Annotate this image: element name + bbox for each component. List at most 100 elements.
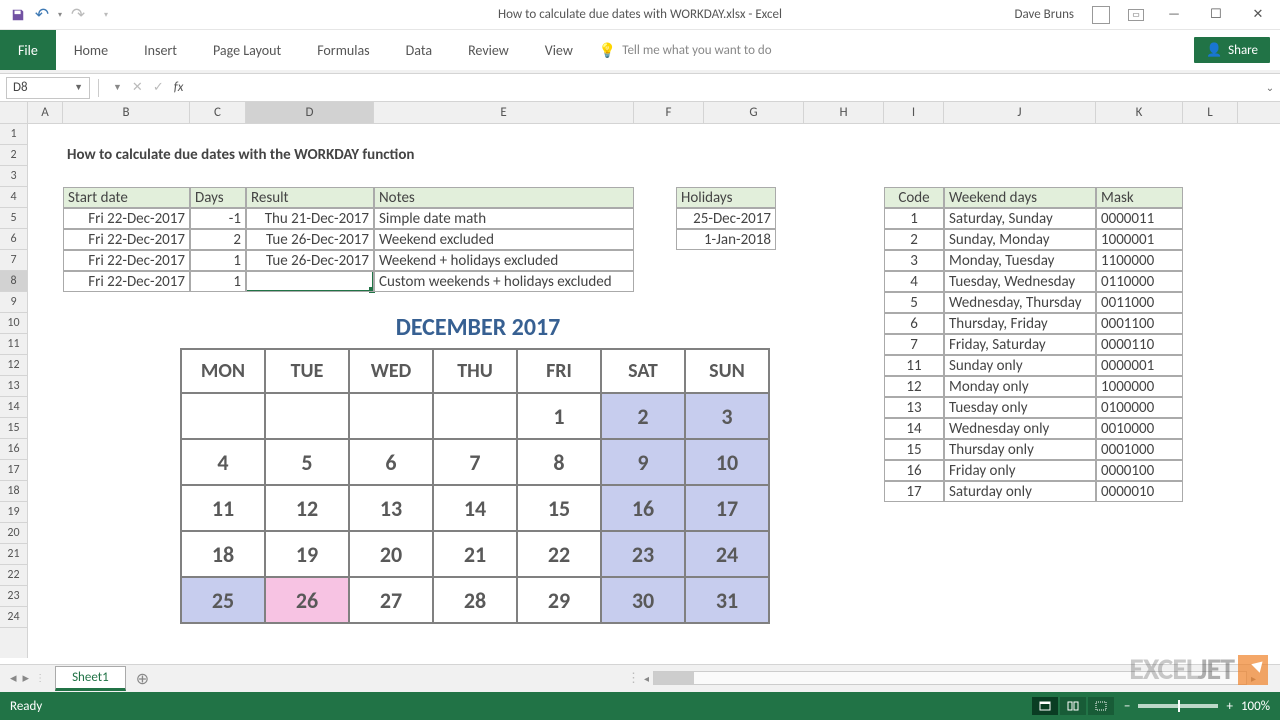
spreadsheet-grid[interactable]: ABCDEFGHIJKL 123456789101112131415161718…: [0, 102, 1280, 658]
cell[interactable]: Simple date math: [374, 208, 634, 229]
cell[interactable]: 1-Jan-2018: [676, 229, 776, 250]
cell[interactable]: 0000110: [1096, 334, 1183, 355]
cell[interactable]: Friday only: [944, 460, 1096, 481]
cell[interactable]: 11: [884, 355, 944, 376]
col-header-B[interactable]: B: [63, 102, 190, 123]
file-tab[interactable]: File: [0, 30, 56, 70]
share-button[interactable]: 👤Share: [1194, 37, 1270, 63]
row-header-19[interactable]: 19: [0, 502, 27, 523]
cell[interactable]: 15: [884, 439, 944, 460]
cell[interactable]: Sunday only: [944, 355, 1096, 376]
row-header-9[interactable]: 9: [0, 292, 27, 313]
ribbon-options-icon[interactable]: ▭: [1128, 9, 1144, 21]
cell[interactable]: Holidays: [676, 187, 776, 208]
cell[interactable]: 0100000: [1096, 397, 1183, 418]
tab-data[interactable]: Data: [388, 42, 450, 59]
enter-icon[interactable]: ✓: [153, 80, 164, 95]
cell[interactable]: Fri 22-Dec-2017: [63, 208, 190, 229]
cell[interactable]: 25-Dec-2017: [676, 208, 776, 229]
cell[interactable]: 2: [884, 229, 944, 250]
cell[interactable]: Days: [190, 187, 246, 208]
cell[interactable]: 0001100: [1096, 313, 1183, 334]
col-header-K[interactable]: K: [1096, 102, 1183, 123]
row-header-5[interactable]: 5: [0, 208, 27, 229]
view-normal-icon[interactable]: [1032, 697, 1058, 715]
cell[interactable]: [246, 271, 374, 292]
cell[interactable]: 1000001: [1096, 229, 1183, 250]
col-header-J[interactable]: J: [944, 102, 1096, 123]
cell[interactable]: Friday, Saturday: [944, 334, 1096, 355]
chevron-down-icon[interactable]: ▼: [74, 82, 83, 93]
cell[interactable]: 5: [884, 292, 944, 313]
cell[interactable]: Saturday, Sunday: [944, 208, 1096, 229]
col-header-H[interactable]: H: [804, 102, 884, 123]
view-page-layout-icon[interactable]: [1060, 697, 1086, 715]
cell[interactable]: 0110000: [1096, 271, 1183, 292]
zoom-level[interactable]: 100%: [1241, 699, 1270, 714]
row-header-16[interactable]: 16: [0, 439, 27, 460]
cell[interactable]: Saturday only: [944, 481, 1096, 502]
row-header-1[interactable]: 1: [0, 124, 27, 145]
tab-home[interactable]: Home: [56, 42, 126, 59]
row-header-20[interactable]: 20: [0, 523, 27, 544]
row-header-8[interactable]: 8: [0, 271, 27, 292]
col-header-I[interactable]: I: [884, 102, 944, 123]
col-header-F[interactable]: F: [634, 102, 704, 123]
sheet-tab-sheet1[interactable]: Sheet1: [55, 666, 126, 691]
row-header-18[interactable]: 18: [0, 481, 27, 502]
add-sheet-button[interactable]: ⊕: [136, 669, 149, 689]
undo-icon[interactable]: ↶: [34, 7, 50, 23]
col-header-L[interactable]: L: [1183, 102, 1238, 123]
cell[interactable]: Fri 22-Dec-2017: [63, 229, 190, 250]
row-header-14[interactable]: 14: [0, 397, 27, 418]
cell[interactable]: Tue 26-Dec-2017: [246, 250, 374, 271]
name-box[interactable]: D8▼: [6, 77, 90, 99]
row-header-24[interactable]: 24: [0, 607, 27, 628]
tab-formulas[interactable]: Formulas: [299, 42, 387, 59]
cell[interactable]: 4: [884, 271, 944, 292]
cell[interactable]: Monday only: [944, 376, 1096, 397]
col-header-A[interactable]: A: [28, 102, 63, 123]
row-header-15[interactable]: 15: [0, 418, 27, 439]
cell[interactable]: 6: [884, 313, 944, 334]
cell[interactable]: Code: [884, 187, 944, 208]
cell[interactable]: 0000001: [1096, 355, 1183, 376]
cell[interactable]: Thursday, Friday: [944, 313, 1096, 334]
formula-input[interactable]: [191, 77, 1260, 99]
cancel-icon[interactable]: ✕: [132, 80, 143, 95]
tab-nav-last-icon[interactable]: ▸: [23, 671, 30, 686]
cell[interactable]: 0000100: [1096, 460, 1183, 481]
cell[interactable]: Weekend + holidays excluded: [374, 250, 634, 271]
minimize-icon[interactable]: —: [1162, 7, 1186, 22]
col-header-C[interactable]: C: [190, 102, 246, 123]
zoom-in-button[interactable]: +: [1226, 699, 1232, 714]
row-header-3[interactable]: 3: [0, 166, 27, 187]
view-page-break-icon[interactable]: [1088, 697, 1114, 715]
cell[interactable]: 0001000: [1096, 439, 1183, 460]
cell[interactable]: Wednesday, Thursday: [944, 292, 1096, 313]
user-name[interactable]: Dave Bruns: [1014, 7, 1074, 22]
row-header-2[interactable]: 2: [0, 145, 27, 166]
tab-review[interactable]: Review: [450, 42, 527, 59]
cell[interactable]: Mask: [1096, 187, 1183, 208]
cell[interactable]: Fri 22-Dec-2017: [63, 271, 190, 292]
tab-nav-first-icon[interactable]: ◂: [10, 671, 17, 686]
cell[interactable]: 17: [884, 481, 944, 502]
cell[interactable]: 0000011: [1096, 208, 1183, 229]
cell[interactable]: 16: [884, 460, 944, 481]
cell[interactable]: 1: [190, 250, 246, 271]
tell-me-input[interactable]: 💡Tell me what you want to do: [599, 42, 772, 59]
cell[interactable]: Thu 21-Dec-2017: [246, 208, 374, 229]
col-header-D[interactable]: D: [246, 102, 374, 123]
cell[interactable]: Weekend days: [944, 187, 1096, 208]
cell[interactable]: Tuesday only: [944, 397, 1096, 418]
cell[interactable]: 0011000: [1096, 292, 1183, 313]
cell[interactable]: Thursday only: [944, 439, 1096, 460]
cell[interactable]: Notes: [374, 187, 634, 208]
cell[interactable]: Tuesday, Wednesday: [944, 271, 1096, 292]
cell[interactable]: 0000010: [1096, 481, 1183, 502]
cell[interactable]: Wednesday only: [944, 418, 1096, 439]
row-header-23[interactable]: 23: [0, 586, 27, 607]
zoom-slider[interactable]: [1138, 704, 1218, 708]
expand-formula-bar-icon[interactable]: ⌄: [1260, 81, 1280, 94]
